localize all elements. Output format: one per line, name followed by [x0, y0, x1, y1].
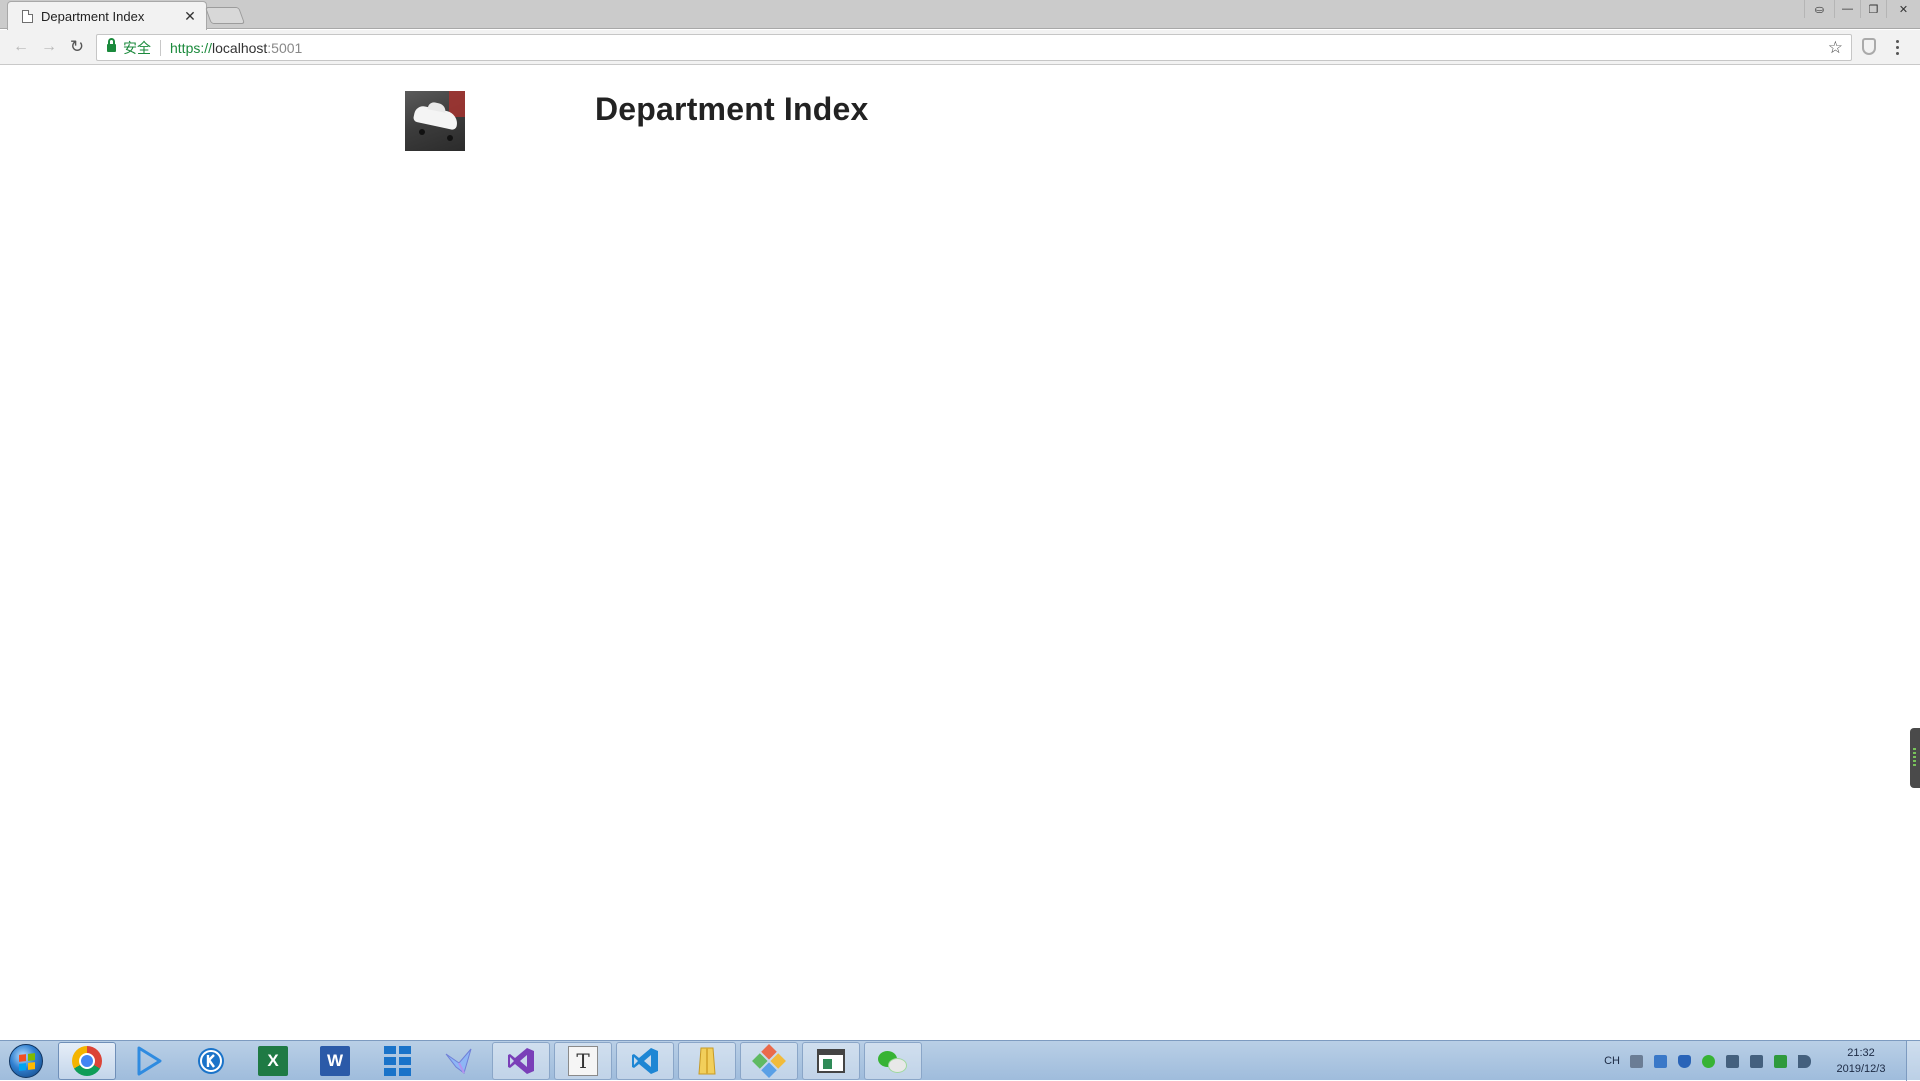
volume-icon[interactable]: [1798, 1054, 1811, 1068]
security-icon[interactable]: [1774, 1054, 1787, 1068]
network-icon[interactable]: [1726, 1054, 1739, 1068]
browser-toolbar: ← → ↻ 安全 https://localhost:5001 ☆: [0, 30, 1920, 65]
browser-tab[interactable]: Department Index ✕: [7, 1, 207, 30]
chrome-icon: [72, 1046, 102, 1076]
window-controls: ⛀ — ❐ ✕: [1804, 0, 1920, 18]
page-title: Department Index: [595, 91, 869, 127]
profile-icon[interactable]: ⛀: [1804, 0, 1834, 18]
tab-title: Department Index: [41, 8, 145, 24]
visual-studio-icon: [506, 1046, 536, 1076]
back-button[interactable]: ←: [10, 37, 32, 57]
browser-menu-icon[interactable]: [1890, 37, 1904, 57]
typora-icon: T: [568, 1046, 598, 1076]
taskbar-item-k-app[interactable]: [182, 1042, 240, 1080]
url-host: localhost: [212, 39, 268, 56]
clock-date: 2019/12/3: [1836, 1063, 1886, 1075]
play-icon: [134, 1046, 164, 1076]
tab-strip: Department Index ✕ ⛀ — ❐ ✕: [0, 0, 1920, 30]
forward-button[interactable]: →: [38, 37, 60, 57]
diamond-app-icon: [752, 1044, 786, 1078]
page-content: Department Index: [0, 66, 1920, 1039]
side-panel-handle[interactable]: [1910, 728, 1920, 788]
url-text[interactable]: https://localhost:5001: [170, 40, 302, 56]
restore-button[interactable]: ❐: [1860, 0, 1886, 18]
bird-icon: [444, 1046, 474, 1076]
clock-time: 21:32: [1847, 1047, 1875, 1059]
show-desktop-button[interactable]: [1906, 1041, 1920, 1081]
taskbar-item-window-app[interactable]: [802, 1042, 860, 1080]
excel-icon: X: [258, 1046, 288, 1076]
lock-icon: [107, 38, 116, 53]
taskbar-item-file-explorer[interactable]: [678, 1042, 736, 1080]
taskbar-item-sourcetree[interactable]: [740, 1042, 798, 1080]
close-window-button[interactable]: ✕: [1886, 0, 1920, 18]
clock[interactable]: 21:32 2019/12/3: [1822, 1045, 1900, 1077]
taskbar-item-media-player[interactable]: [120, 1042, 178, 1080]
taskbar-item-excel[interactable]: X: [244, 1042, 302, 1080]
taskbar-item-vscode[interactable]: [616, 1042, 674, 1080]
shield-icon[interactable]: [1678, 1054, 1691, 1068]
url-port: :5001: [267, 39, 303, 56]
car-logo-image: [405, 91, 465, 151]
taskbar-item-bird-app[interactable]: [430, 1042, 488, 1080]
taskbar-item-visual-studio[interactable]: [492, 1042, 550, 1080]
taskbar-item-chrome[interactable]: [58, 1042, 116, 1080]
reload-button[interactable]: ↻: [66, 37, 88, 57]
minimize-button[interactable]: —: [1834, 0, 1860, 18]
keyboard-icon[interactable]: [1630, 1054, 1643, 1068]
start-button[interactable]: [3, 1043, 49, 1079]
extension-shield-icon[interactable]: [1862, 38, 1876, 55]
system-tray: CH 21:32 2019/12/3: [1604, 1041, 1920, 1081]
url-scheme: https://: [170, 39, 213, 56]
bookmark-star-icon[interactable]: ☆: [1828, 38, 1843, 58]
word-icon: W: [320, 1046, 350, 1076]
omnibox-divider: [160, 39, 161, 56]
taskbar-item-word[interactable]: W: [306, 1042, 364, 1080]
vscode-icon: [630, 1046, 660, 1076]
folder-icon: [692, 1046, 722, 1076]
language-indicator[interactable]: CH: [1604, 1055, 1620, 1067]
new-tab-button[interactable]: [204, 7, 246, 24]
taskbar-apps: X W T: [58, 1042, 922, 1080]
taskbar-item-typora[interactable]: T: [554, 1042, 612, 1080]
secure-label: 安全: [123, 39, 151, 56]
tray-app-icon[interactable]: [1654, 1054, 1667, 1068]
wechat-tray-icon[interactable]: [1702, 1054, 1715, 1068]
wechat-icon: [878, 1049, 908, 1073]
usb-icon[interactable]: [1750, 1054, 1763, 1068]
taskbar-item-wechat[interactable]: [864, 1042, 922, 1080]
page-icon: [22, 9, 33, 23]
window-app-icon: [817, 1049, 845, 1073]
grid-app-icon: [383, 1046, 411, 1076]
taskbar: X W T CH 21:32 2019/12/3: [0, 1040, 1920, 1081]
tab-close-icon[interactable]: ✕: [182, 8, 198, 25]
taskbar-item-grid-app[interactable]: [368, 1042, 426, 1080]
address-bar[interactable]: 安全 https://localhost:5001 ☆: [96, 34, 1852, 61]
k-app-icon: [196, 1046, 226, 1076]
windows-logo-icon: [9, 1044, 43, 1078]
